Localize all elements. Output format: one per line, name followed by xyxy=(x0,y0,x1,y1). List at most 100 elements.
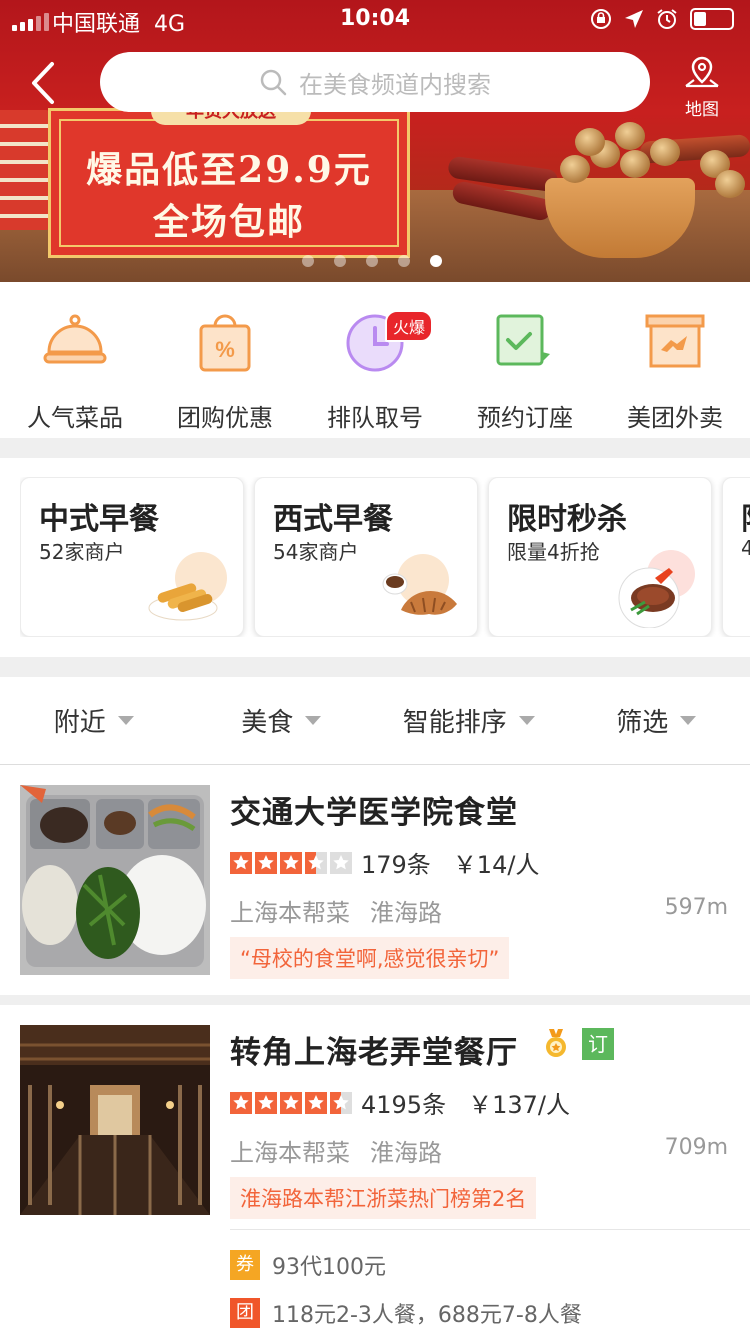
restaurant-meta: 上海本帮菜 淮海路 xyxy=(230,893,442,928)
filter-cuisine[interactable]: 美食 xyxy=(188,677,376,764)
category-label: 团购优惠 xyxy=(177,404,273,432)
filter-label: 筛选 xyxy=(616,708,669,738)
group-deal[interactable]: 团 118元2-3人餐，688元7-8人餐 xyxy=(230,1297,582,1329)
card-title: 中式早餐 xyxy=(39,502,159,537)
category-queue[interactable]: 火爆 排队取号 xyxy=(300,282,450,438)
restaurant-listing[interactable]: 转角上海老弄堂餐厅 订 4195条 ￥137/人 上海本帮菜 淮海路 709m 淮… xyxy=(0,1025,750,1334)
caret-down-icon xyxy=(305,716,322,725)
category-takeout[interactable]: 美团外卖 xyxy=(600,282,750,438)
deal-divider xyxy=(230,1229,750,1230)
search-placeholder: 在美食频道内搜索 xyxy=(299,70,491,99)
filter-nearby[interactable]: 附近 xyxy=(0,677,188,764)
review-count: 4195条 xyxy=(361,1091,447,1119)
filter-label: 附近 xyxy=(53,708,106,738)
filter-label: 美食 xyxy=(241,708,294,738)
star-icon xyxy=(280,851,302,874)
card-subtitle: 52家商户 xyxy=(39,540,125,564)
banner-headline: 爆品低至29.9元 xyxy=(86,149,372,191)
page-dot[interactable] xyxy=(366,255,378,267)
banner-nut xyxy=(650,138,680,166)
banner-gift-box xyxy=(0,110,50,230)
banner-nut xyxy=(620,150,650,178)
avg-price: ￥14/人 xyxy=(452,851,540,879)
takeout-box-icon xyxy=(645,314,705,368)
star-icon xyxy=(330,1091,352,1114)
reservation-check-icon xyxy=(496,314,550,366)
filter-more[interactable]: 筛选 xyxy=(563,677,750,764)
filter-bar: 附近 美食 智能排序 筛选 xyxy=(0,677,750,765)
category-label: 人气菜品 xyxy=(27,404,123,432)
status-bar: 中国联通 4G 10:04 xyxy=(0,0,750,40)
page-dot[interactable] xyxy=(398,255,410,267)
promo-banner[interactable]: 年货大放送 爆品低至29.9元 全场包邮 xyxy=(0,0,750,282)
feature-card-row: 中式早餐 52家商户 西式早餐 54家商户 限时秒杀 限量4折抢 4 xyxy=(20,477,750,637)
star-rating xyxy=(230,851,355,874)
area-name: 淮海路 xyxy=(370,899,442,927)
category-label: 美团外卖 xyxy=(627,404,723,432)
group-tag: 团 xyxy=(230,1298,260,1328)
card-subtitle: 54家商户 xyxy=(273,540,359,564)
card-partial[interactable]: 限 4 xyxy=(722,477,750,637)
youtiao-image xyxy=(148,552,227,621)
voucher-deal[interactable]: 券 93代100元 xyxy=(230,1249,386,1281)
rating-row: 4195条 ￥137/人 xyxy=(230,1085,570,1120)
star-icon xyxy=(230,851,252,874)
rotation-lock-icon xyxy=(591,9,611,29)
restaurant-listing[interactable]: 交通大学医学院食堂 179条 ￥14/人 上海本帮菜 淮海路 597m “母校的食… xyxy=(0,785,750,990)
section-divider xyxy=(0,438,750,458)
svg-text:%: % xyxy=(215,337,235,362)
avg-price: ￥137/人 xyxy=(468,1091,570,1119)
restaurant-meta: 上海本帮菜 淮海路 xyxy=(230,1133,442,1168)
card-title: 限 xyxy=(741,494,750,538)
banner-nut xyxy=(575,128,605,156)
banner-promo-board: 年货大放送 爆品低至29.9元 全场包邮 xyxy=(48,99,410,258)
ranking-tag: 淮海路本帮江浙菜热门榜第2名 xyxy=(230,1177,537,1219)
voucher-tag: 券 xyxy=(230,1250,260,1280)
card-flash-sale[interactable]: 限时秒杀 限量4折抢 xyxy=(488,477,712,637)
category-label: 预约订座 xyxy=(477,404,573,432)
star-icon xyxy=(330,851,352,874)
banner-subline: 全场包邮 xyxy=(152,201,305,243)
page-dot[interactable] xyxy=(302,255,314,267)
reservable-badge: 订 xyxy=(582,1028,614,1060)
restaurant-name: 转角上海老弄堂餐厅 xyxy=(230,1035,518,1071)
food-cover-icon xyxy=(43,314,107,364)
star-rating xyxy=(230,1091,355,1114)
filter-label: 智能排序 xyxy=(402,708,507,738)
card-subtitle: 限量4折抢 xyxy=(507,540,600,564)
banner-nut xyxy=(715,170,745,198)
star-icon xyxy=(280,1091,302,1114)
page-dot-active[interactable] xyxy=(430,255,442,267)
search-input[interactable]: 在美食频道内搜索 xyxy=(100,52,650,112)
category-reservation[interactable]: 预约订座 xyxy=(450,282,600,438)
cuisine-type: 上海本帮菜 xyxy=(230,899,350,927)
search-icon xyxy=(260,69,287,96)
map-button[interactable]: 地图 xyxy=(676,56,728,120)
star-icon xyxy=(230,1091,252,1114)
location-arrow-icon xyxy=(625,10,643,28)
croissant-coffee-image xyxy=(382,554,457,615)
card-chinese-breakfast[interactable]: 中式早餐 52家商户 xyxy=(20,477,244,637)
banner-nut xyxy=(615,122,645,150)
battery-icon xyxy=(690,8,734,30)
map-pin-icon xyxy=(685,56,719,88)
caret-down-icon xyxy=(680,716,697,725)
page-dot[interactable] xyxy=(334,255,346,267)
star-icon xyxy=(305,1091,327,1114)
rating-row: 179条 ￥14/人 xyxy=(230,845,539,880)
banner-nut xyxy=(560,155,590,183)
back-arrow-icon[interactable] xyxy=(24,58,64,108)
filter-sort[interactable]: 智能排序 xyxy=(375,677,563,764)
listing-divider xyxy=(0,995,750,1005)
distance: 709m xyxy=(664,1135,728,1160)
restaurant-photo xyxy=(20,785,210,975)
review-count: 179条 xyxy=(361,851,431,879)
category-grid: 人气菜品 % 团购优惠 火爆 排队取号 预约订座 美团外卖 xyxy=(0,282,750,438)
card-western-breakfast[interactable]: 西式早餐 54家商户 xyxy=(254,477,478,637)
medal-icon xyxy=(546,1029,566,1057)
category-popular-dishes[interactable]: 人气菜品 xyxy=(0,282,150,438)
map-label: 地图 xyxy=(685,100,719,120)
steak-image xyxy=(618,550,695,628)
area-name: 淮海路 xyxy=(370,1139,442,1167)
category-group-deals[interactable]: % 团购优惠 xyxy=(150,282,300,438)
